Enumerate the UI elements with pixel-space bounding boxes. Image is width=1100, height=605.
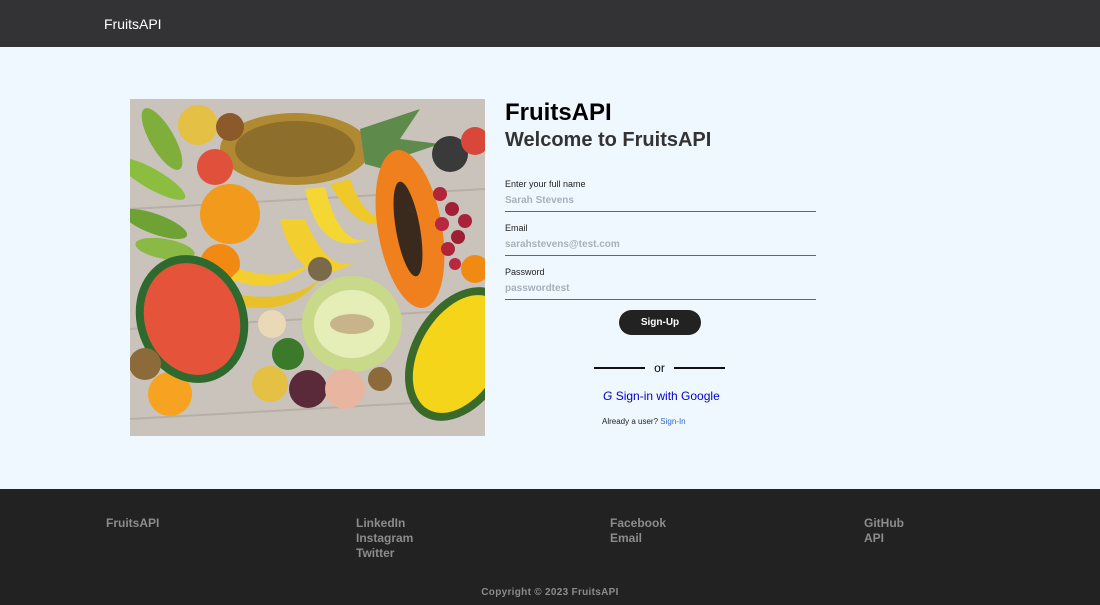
top-navbar: FruitsAPI [0, 0, 1100, 47]
fullname-field-group: Enter your full name [505, 178, 817, 212]
google-signin-link[interactable]: G Sign-in with Google [603, 389, 817, 403]
password-field-group: Password [505, 266, 817, 300]
footer-link-fruitsapi[interactable]: FruitsAPI [106, 516, 159, 531]
password-input[interactable] [505, 280, 816, 300]
divider-text: or [654, 361, 665, 375]
or-divider: or [594, 361, 726, 375]
footer-link-github[interactable]: GitHub [864, 516, 904, 531]
google-signin-label: Sign-in with Google [615, 389, 720, 403]
footer-link-linkedin[interactable]: LinkedIn [356, 516, 413, 531]
already-user-row: Already a user? Sign-In [602, 417, 817, 426]
form-subtitle: Welcome to FruitsAPI [505, 129, 712, 151]
fullname-input[interactable] [505, 192, 816, 212]
password-label: Password [505, 267, 545, 277]
signup-form: FruitsAPI Welcome to FruitsAPI Enter you… [505, 100, 817, 426]
email-input[interactable] [505, 236, 816, 256]
main-content: FruitsAPI Welcome to FruitsAPI Enter you… [0, 47, 1100, 489]
footer-link-facebook[interactable]: Facebook [610, 516, 666, 531]
google-icon: G [603, 389, 613, 403]
fruits-photo-icon [130, 99, 485, 436]
email-field-group: Email [505, 222, 817, 256]
footer-column-dev: GitHub API [864, 516, 904, 546]
copyright-text: Copyright © 2023 FruitsAPI [481, 587, 619, 598]
signup-button[interactable]: Sign-Up [619, 310, 701, 335]
fruits-image [130, 99, 485, 436]
divider-line-left [594, 367, 646, 369]
email-label: Email [505, 223, 528, 233]
footer-column-brand: FruitsAPI [106, 516, 159, 531]
footer-link-twitter[interactable]: Twitter [356, 546, 413, 561]
form-title: FruitsAPI [505, 99, 612, 126]
footer-link-email[interactable]: Email [610, 531, 666, 546]
footer-link-instagram[interactable]: Instagram [356, 531, 413, 546]
footer: FruitsAPI LinkedIn Instagram Twitter Fac… [0, 489, 1100, 605]
signin-link[interactable]: Sign-In [660, 417, 685, 426]
brand-link[interactable]: FruitsAPI [104, 16, 162, 32]
already-user-text: Already a user? [602, 417, 659, 426]
footer-column-social: LinkedIn Instagram Twitter [356, 516, 413, 561]
divider-line-right [673, 367, 726, 369]
footer-link-api[interactable]: API [864, 531, 904, 546]
footer-column-contact: Facebook Email [610, 516, 666, 546]
fullname-label: Enter your full name [505, 179, 586, 189]
